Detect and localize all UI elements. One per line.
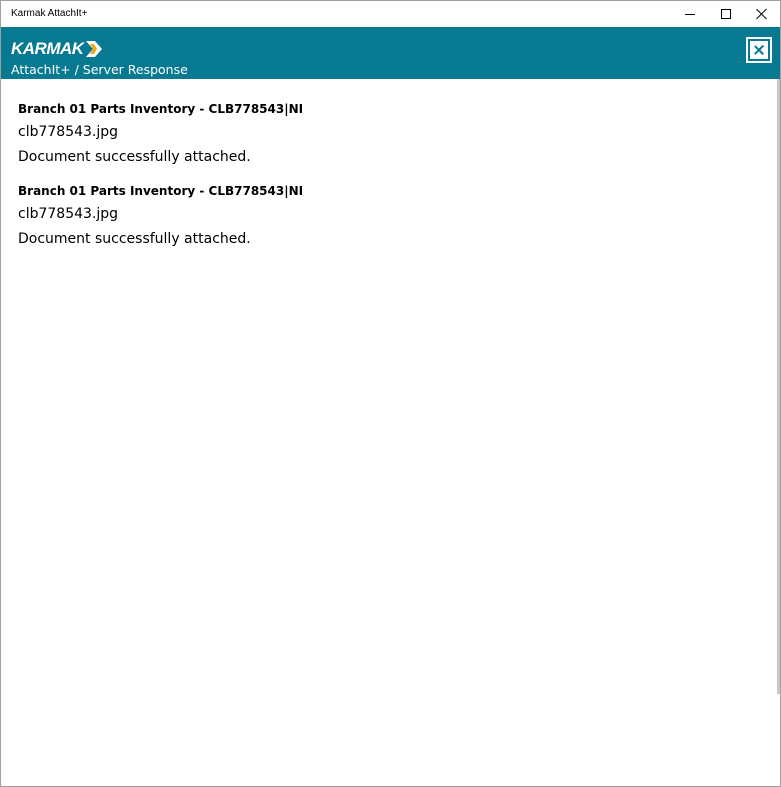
logo-text: KARMAK bbox=[11, 39, 84, 58]
minimize-icon bbox=[685, 13, 695, 15]
close-response-button[interactable] bbox=[746, 37, 772, 63]
close-icon bbox=[756, 8, 768, 20]
title-bar[interactable]: Karmak AttachIt+ bbox=[1, 1, 780, 27]
response-message: Document successfully attached. bbox=[18, 231, 251, 247]
app-window: Karmak AttachIt+ KARMAK AttachIt+ / Serv… bbox=[0, 0, 781, 787]
response-item: Branch 01 Parts Inventory - CLB778543|NI… bbox=[18, 101, 303, 166]
app-header: KARMAK AttachIt+ / Server Response bbox=[1, 27, 780, 79]
minimize-button[interactable] bbox=[672, 1, 708, 27]
response-title: Branch 01 Parts Inventory - CLB778543|NI bbox=[18, 184, 304, 198]
close-x-icon bbox=[750, 41, 768, 59]
maximize-icon bbox=[721, 9, 731, 19]
window-title: Karmak AttachIt+ bbox=[11, 8, 88, 19]
maximize-button[interactable] bbox=[708, 1, 744, 27]
response-title: Branch 01 Parts Inventory - CLB778543|NI bbox=[18, 102, 304, 116]
response-content: Branch 01 Parts Inventory - CLB778543|NI… bbox=[1, 79, 780, 786]
vertical-scrollbar[interactable] bbox=[777, 79, 780, 694]
response-filename: clb778543.jpg bbox=[18, 124, 119, 140]
response-filename: clb778543.jpg bbox=[18, 206, 119, 222]
response-message: Document successfully attached. bbox=[18, 149, 251, 165]
header-subtitle: AttachIt+ / Server Response bbox=[11, 62, 188, 77]
logo-chevron-icon bbox=[85, 41, 102, 57]
response-item: Branch 01 Parts Inventory - CLB778543|NI… bbox=[18, 183, 303, 248]
karmak-logo: KARMAK bbox=[11, 39, 103, 58]
close-window-button[interactable] bbox=[744, 1, 780, 27]
